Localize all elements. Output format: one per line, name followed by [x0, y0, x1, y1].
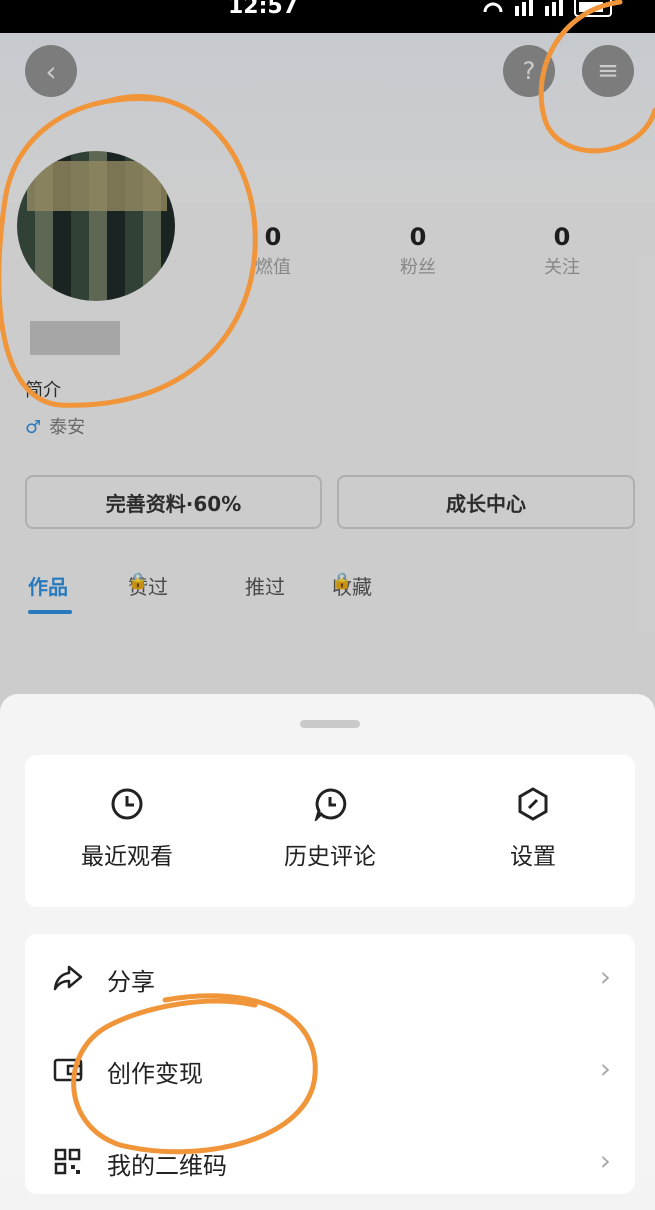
menu-item-qrcode[interactable]: 我的二维码 ›: [25, 1118, 635, 1210]
drag-handle[interactable]: [300, 720, 360, 728]
chevron-right-icon: ›: [599, 1052, 611, 1085]
clock-icon: [37, 787, 217, 823]
settings-button[interactable]: 设置: [443, 787, 623, 871]
status-icons: [475, 0, 625, 25]
menu-item-label: 我的二维码: [107, 1152, 227, 1180]
quick-actions-card: 最近观看 历史评论 设置: [25, 755, 635, 907]
menu-item-monetize[interactable]: 创作变现 ›: [25, 1026, 635, 1118]
menu-list-card: 分享 › 创作变现 › 我的二维码 ›: [25, 934, 635, 1194]
status-bar: 12:57: [0, 0, 655, 33]
status-time: 12:57: [228, 0, 299, 19]
signal-battery-icon: [483, 0, 612, 17]
history-comments-button[interactable]: 历史评论: [240, 787, 420, 871]
menu-item-label: 分享: [107, 968, 155, 996]
menu-item-label: 创作变现: [107, 1060, 203, 1088]
settings-icon: [443, 787, 623, 823]
quick-action-label: 设置: [510, 844, 556, 870]
comment-clock-icon: [240, 787, 420, 824]
share-icon: [53, 964, 83, 998]
bottom-sheet: 最近观看 历史评论 设置 分享 › 创作变现 › 我的二维码 ›: [0, 694, 655, 1194]
quick-action-label: 历史评论: [284, 844, 376, 870]
chevron-right-icon: ›: [599, 960, 611, 993]
quick-action-label: 最近观看: [81, 844, 173, 870]
recent-viewed-button[interactable]: 最近观看: [37, 787, 217, 871]
wallet-icon: [53, 1056, 83, 1090]
chevron-right-icon: ›: [599, 1144, 611, 1177]
menu-item-share[interactable]: 分享 ›: [25, 934, 635, 1026]
